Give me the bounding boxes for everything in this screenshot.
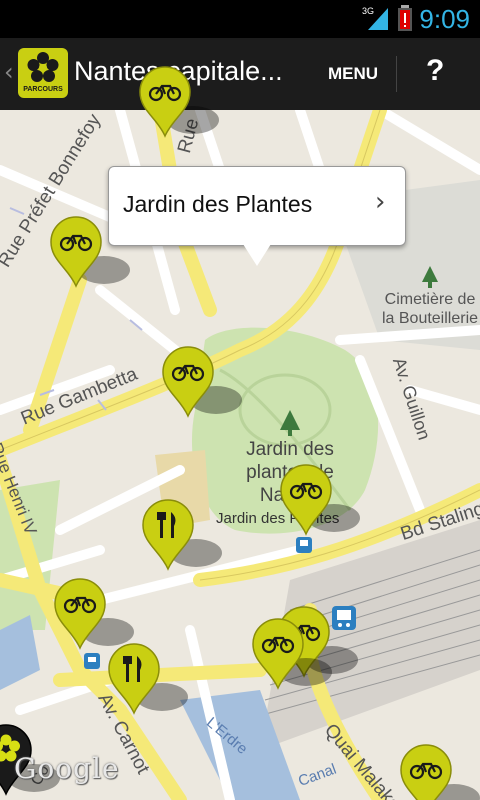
battery-icon (398, 5, 412, 31)
status-bar: 3G 9:09 (0, 0, 480, 38)
place-label: Jardin des plantes de Nantes (246, 439, 334, 506)
help-button[interactable]: ? (426, 54, 444, 88)
google-logo: Google (14, 752, 120, 785)
tram-icon (296, 537, 312, 553)
divider (396, 56, 397, 92)
callout-title: Jardin des Plantes (123, 191, 313, 217)
logo-label: PARCOURS (23, 86, 63, 93)
menu-button[interactable]: MENU (328, 64, 378, 84)
page-title: Nantes capitale... (74, 56, 283, 86)
chevron-right-icon[interactable]: › (375, 187, 385, 217)
action-bar: ‹ PARCOURS Nantes capitale... MENU ? (0, 38, 480, 112)
signal-icon (368, 8, 388, 30)
up-chevron-icon[interactable]: ‹ (4, 58, 14, 86)
train-icon (332, 606, 356, 630)
callout-tail (243, 244, 271, 266)
clock: 9:09 (419, 4, 470, 34)
place-label: Jardin des Plantes (216, 510, 340, 527)
place-label: Cimetière de la Bouteillerie (381, 291, 479, 327)
app-logo[interactable]: PARCOURS (18, 48, 68, 98)
place-callout[interactable]: Jardin des Plantes › (108, 166, 406, 266)
bus-icon (84, 653, 100, 669)
